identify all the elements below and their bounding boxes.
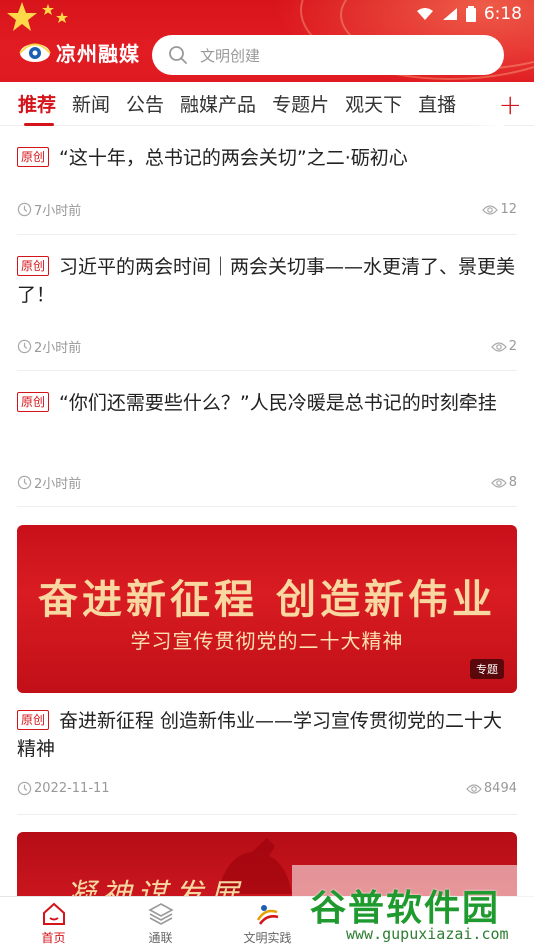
eye-icon (466, 783, 482, 795)
battery-icon (466, 6, 476, 22)
nav-civilization-label: 文明实践 (243, 929, 291, 946)
news-item[interactable]: 原创 “这十年，总书记的两会关切”之二·砺初心 7小时前 12 (17, 127, 517, 235)
app-header: 6:18 凉州融媒 文明创建 (0, 0, 534, 82)
news-time: 2小时前 (34, 473, 81, 492)
clock-icon (17, 202, 32, 217)
news-title: 习近平的两会时间｜两会关切事——水更清了、景更美了！ (17, 256, 515, 306)
tab-special-films[interactable]: 专题片 (272, 82, 329, 126)
original-badge: 原创 (17, 147, 49, 167)
watermark-overlay: 谷普软件园 www.gupuxiazai.com (292, 865, 534, 950)
news-title: “这十年，总书记的两会关切”之二·砺初心 (59, 147, 408, 169)
tab-news[interactable]: 新闻 (72, 82, 110, 126)
original-badge: 原创 (17, 710, 49, 730)
signal-icon (442, 7, 458, 21)
status-bar: 6:18 (0, 0, 534, 28)
news-item[interactable]: 原创奋进新征程 创造新伟业——学习宣传贯彻党的二十大精神 2022-11-11 … (17, 693, 517, 815)
news-item[interactable]: 原创 “你们还需要些什么？”人民冷暖是总书记的时刻牵挂 2小时前 8 (17, 371, 517, 507)
logo-text: 凉州融媒 (56, 38, 140, 67)
nav-contact-label: 通联 (148, 929, 172, 946)
eye-icon (491, 477, 507, 489)
layers-icon (148, 902, 174, 926)
news-time: 7小时前 (34, 200, 81, 219)
search-placeholder: 文明创建 (200, 45, 260, 66)
home-icon (41, 902, 67, 926)
nav-home[interactable]: 首页 (0, 897, 107, 951)
search-icon (168, 45, 188, 65)
tab-live[interactable]: 直播 (418, 82, 456, 126)
nav-contact[interactable]: 通联 (107, 897, 214, 951)
news-views: 8 (509, 475, 517, 490)
logo-eye-icon (18, 40, 52, 66)
clock-icon (17, 475, 32, 490)
category-tabs: 推荐 新闻 公告 融媒产品 专题片 观天下 直播 + (0, 82, 534, 126)
news-time: 2小时前 (34, 337, 81, 356)
news-title: “你们还需要些什么？”人民冷暖是总书记的时刻牵挂 (59, 392, 497, 414)
original-badge: 原创 (17, 256, 49, 276)
news-item[interactable]: 原创习近平的两会时间｜两会关切事——水更清了、景更美了！ 2小时前 2 (17, 235, 517, 371)
nav-home-label: 首页 (41, 929, 65, 946)
tab-recommend[interactable]: 推荐 (18, 82, 56, 126)
tab-media-products[interactable]: 融媒产品 (180, 82, 256, 126)
news-time: 2022-11-11 (34, 781, 110, 796)
watermark-url: www.gupuxiazai.com (346, 925, 509, 943)
tab-world-view[interactable]: 观天下 (345, 82, 402, 126)
tab-notice[interactable]: 公告 (126, 82, 164, 126)
clock-icon (17, 781, 32, 796)
wifi-icon (416, 7, 434, 21)
eye-icon (482, 204, 498, 216)
add-tab-icon[interactable]: + (493, 88, 522, 121)
original-badge: 原创 (17, 392, 49, 412)
app-logo[interactable]: 凉州融媒 (18, 38, 140, 67)
news-views: 2 (509, 339, 517, 354)
banner-main-text: 奋进新征程 创造新伟业 (17, 567, 517, 625)
status-time: 6:18 (484, 4, 522, 24)
feature-banner-image[interactable]: 奋进新征程 创造新伟业 学习宣传贯彻党的二十大精神 专题 (17, 525, 517, 693)
search-bar[interactable]: 文明创建 (152, 35, 504, 75)
special-topic-badge: 专题 (470, 659, 504, 679)
eye-icon (491, 341, 507, 353)
clock-icon (17, 339, 32, 354)
news-views: 8494 (484, 781, 517, 796)
civilization-practice-icon (255, 902, 281, 926)
news-title: 奋进新征程 创造新伟业——学习宣传贯彻党的二十大精神 (17, 710, 502, 760)
banner-sub-text: 学习宣传贯彻党的二十大精神 (17, 625, 517, 654)
news-views: 12 (500, 202, 517, 217)
watermark-title: 谷普软件园 (310, 879, 500, 931)
